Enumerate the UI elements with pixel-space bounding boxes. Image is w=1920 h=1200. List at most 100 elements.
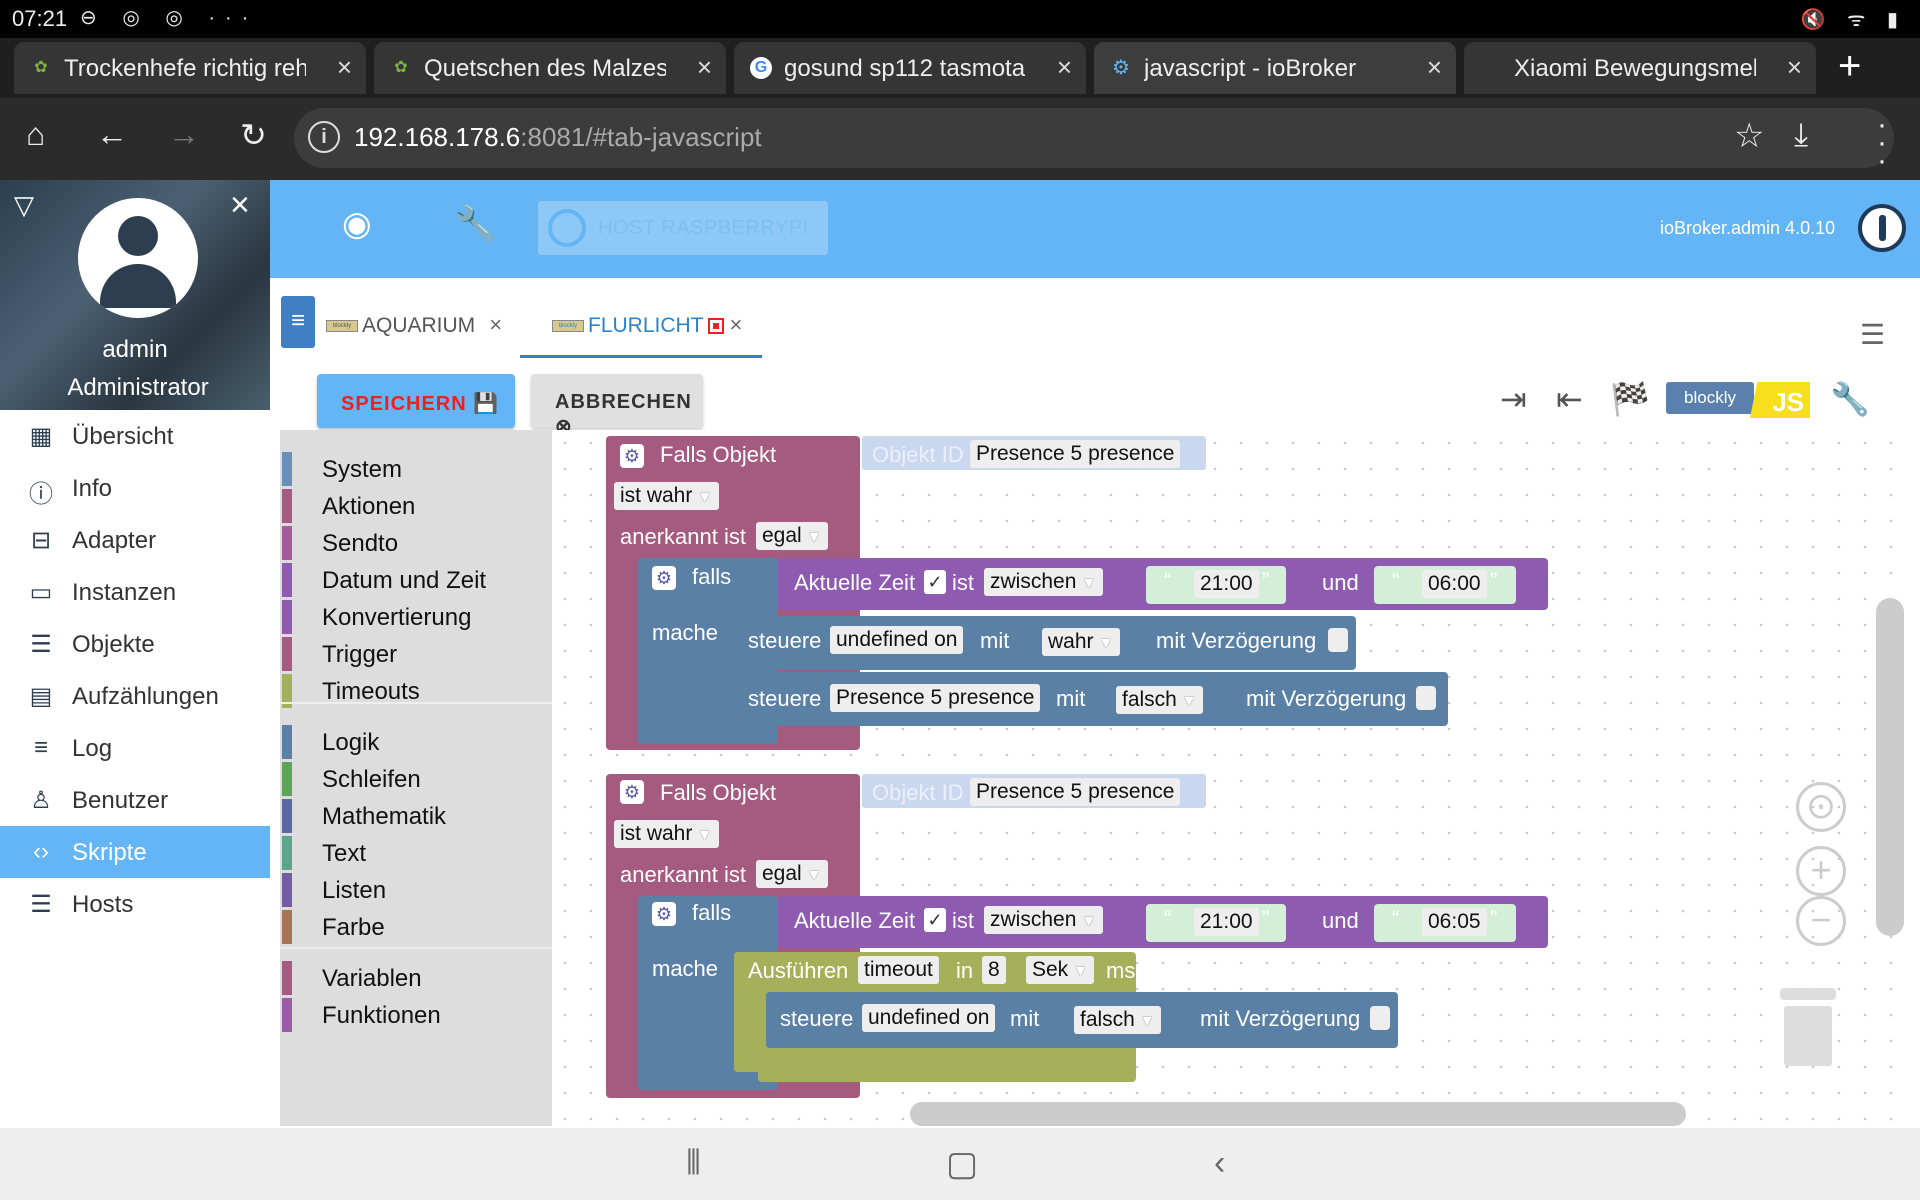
gear-icon[interactable]: ⚙: [652, 566, 676, 590]
toolbox-category-variablen[interactable]: Variablen: [280, 961, 552, 995]
unit-dropdown[interactable]: Sek: [1026, 956, 1095, 984]
import-icon[interactable]: ⇤: [1556, 380, 1583, 418]
close-nav-icon[interactable]: ×: [230, 186, 250, 225]
nav-item-objekte[interactable]: ☰ Objekte: [0, 618, 270, 670]
object-id-field[interactable]: Presence 5 presence: [970, 440, 1181, 468]
tab-close-icon[interactable]: ×: [697, 52, 712, 83]
operator-dropdown[interactable]: zwischen: [984, 906, 1103, 934]
site-info-icon[interactable]: i: [308, 121, 340, 153]
address-bar[interactable]: i 192.168.178.6:8081/#tab-javascript ☆ ⤓: [294, 108, 1894, 168]
value-dropdown[interactable]: wahr: [1042, 628, 1120, 656]
collapse-triangle-icon[interactable]: ▽: [14, 190, 34, 221]
object-field[interactable]: undefined on: [830, 626, 964, 654]
script-tab-aquarium[interactable]: blockly AQUARIUM ×: [326, 312, 502, 338]
time-field[interactable]: 06:05: [1422, 908, 1487, 936]
nav-item-benutzer[interactable]: ♙ Benutzer: [0, 774, 270, 826]
time-field[interactable]: 21:00: [1194, 570, 1259, 598]
home-icon[interactable]: ⌂: [26, 116, 45, 153]
condition-dropdown[interactable]: ist wahr: [614, 820, 719, 848]
forward-icon[interactable]: →: [168, 116, 200, 153]
zoom-out-icon[interactable]: −: [1796, 896, 1846, 946]
url-text[interactable]: 192.168.178.6:8081/#tab-javascript: [354, 122, 762, 153]
delay-checkbox[interactable]: [1328, 628, 1348, 652]
toolbox-category-farbe[interactable]: Farbe: [280, 910, 552, 944]
zoom-in-icon[interactable]: +: [1796, 846, 1846, 896]
nav-item-info[interactable]: ⓘ Info: [0, 462, 270, 514]
time-field[interactable]: 21:00: [1194, 908, 1259, 936]
script-tab-flurlicht[interactable]: blockly FLURLICHT ×: [552, 312, 742, 338]
center-workspace-icon[interactable]: ⊙: [1796, 782, 1846, 832]
browser-menu-icon[interactable]: · · ·: [1872, 110, 1892, 176]
delay-checkbox[interactable]: [1370, 1006, 1390, 1030]
tab-close-icon[interactable]: ×: [337, 52, 352, 83]
close-tab-icon[interactable]: ×: [489, 312, 502, 337]
time-field[interactable]: 06:00: [1422, 570, 1487, 598]
operator-dropdown[interactable]: zwischen: [984, 568, 1103, 596]
toolbox-category-text[interactable]: Text: [280, 836, 552, 870]
script-list-menu-button[interactable]: ≡: [281, 296, 315, 348]
trash-icon[interactable]: [1780, 988, 1836, 1068]
horizontal-scrollbar[interactable]: [910, 1102, 1686, 1126]
nav-item-adapter[interactable]: ⊟ Adapter: [0, 514, 270, 566]
toolbox-category-trigger[interactable]: Trigger: [280, 637, 552, 671]
tab-close-icon[interactable]: ×: [1427, 52, 1442, 83]
tab-close-icon[interactable]: ×: [1057, 52, 1072, 83]
browser-tab-1[interactable]: ✿ Quetschen des Malzes Ba ×: [374, 42, 726, 94]
ack-dropdown[interactable]: egal: [756, 860, 828, 888]
delay-checkbox[interactable]: [1416, 686, 1436, 710]
object-id-field[interactable]: Presence 5 presence: [970, 778, 1181, 806]
browser-tab-0[interactable]: ✿ Trockenhefe richtig rehyd ×: [14, 42, 366, 94]
nav-item-skripte[interactable]: ‹› Skripte: [0, 826, 270, 878]
home-circle-icon[interactable]: ▢: [946, 1144, 978, 1184]
wrench-settings-icon[interactable]: 🔧: [1830, 380, 1870, 418]
save-button[interactable]: SPEICHERN 💾: [317, 374, 515, 428]
toolbox-category-system[interactable]: System: [280, 452, 552, 486]
bookmark-star-icon[interactable]: ☆: [1734, 116, 1764, 156]
gear-icon[interactable]: ⚙: [620, 780, 644, 804]
cancel-button[interactable]: ABBRECHEN ⊗: [531, 374, 703, 438]
value-dropdown[interactable]: falsch: [1074, 1006, 1162, 1034]
toolbox-category-schleifen[interactable]: Schleifen: [280, 762, 552, 796]
toolbox-category-mathematik[interactable]: Mathematik: [280, 799, 552, 833]
nav-item-instanzen[interactable]: ▭ Instanzen: [0, 566, 270, 618]
toolbox-category-listen[interactable]: Listen: [280, 873, 552, 907]
recent-apps-icon[interactable]: ⦀: [686, 1144, 701, 1183]
close-tab-icon[interactable]: ×: [730, 312, 743, 337]
vertical-scrollbar[interactable]: [1876, 598, 1904, 936]
sort-menu-icon[interactable]: ☰: [1860, 318, 1885, 351]
browser-tab-3[interactable]: ⚙ javascript - ioBroker ×: [1094, 42, 1456, 94]
object-field[interactable]: Presence 5 presence: [830, 684, 1041, 712]
object-field[interactable]: undefined on: [862, 1004, 996, 1032]
blockly-to-js-button[interactable]: blockly JS: [1666, 382, 1810, 418]
nav-item-hosts[interactable]: ☰ Hosts: [0, 878, 270, 930]
toolbox-category-sendto[interactable]: Sendto: [280, 526, 552, 560]
blockly-workspace[interactable]: ⚙ Falls Objekt Objekt ID Presence 5 pres…: [552, 430, 1910, 1126]
gear-icon[interactable]: ⚙: [620, 444, 644, 468]
toolbox-category-aktionen[interactable]: Aktionen: [280, 489, 552, 523]
toolbox-category-datum-und-zeit[interactable]: Datum und Zeit: [280, 563, 552, 597]
reload-icon[interactable]: ↻: [240, 116, 267, 154]
eye-icon[interactable]: ◉: [342, 204, 372, 244]
timeout-value-field[interactable]: 8: [982, 956, 1006, 984]
gear-icon[interactable]: ⚙: [652, 902, 676, 926]
browser-tab-2[interactable]: G gosund sp112 tasmota o ×: [734, 42, 1086, 94]
wrench-icon[interactable]: 🔧: [454, 204, 496, 244]
back-chevron-icon[interactable]: ‹: [1214, 1144, 1225, 1183]
value-dropdown[interactable]: falsch: [1116, 686, 1204, 714]
toolbox-category-logik[interactable]: Logik: [280, 725, 552, 759]
nav-item-uebersicht[interactable]: ▦ Übersicht: [0, 410, 270, 462]
toolbox-category-konvertierung[interactable]: Konvertierung: [280, 600, 552, 634]
export-icon[interactable]: ⇥: [1500, 380, 1527, 418]
new-tab-button[interactable]: +: [1838, 46, 1861, 86]
nav-item-aufzaehlungen[interactable]: ▤ Aufzählungen: [0, 670, 270, 722]
browser-tab-4[interactable]: Xiaomi Bewegungsmelder ×: [1464, 42, 1816, 94]
condition-dropdown[interactable]: ist wahr: [614, 482, 719, 510]
download-icon[interactable]: ⤓: [1794, 116, 1808, 154]
tab-close-icon[interactable]: ×: [1787, 52, 1802, 83]
back-icon[interactable]: ←: [96, 116, 128, 153]
host-button[interactable]: HOST RASPBERRYPI: [538, 201, 828, 255]
nav-item-log[interactable]: ≡ Log: [0, 722, 270, 774]
timeout-name-field[interactable]: timeout: [858, 956, 939, 984]
checkered-flag-icon[interactable]: 🏁: [1610, 380, 1650, 418]
toolbox-category-funktionen[interactable]: Funktionen: [280, 998, 552, 1032]
